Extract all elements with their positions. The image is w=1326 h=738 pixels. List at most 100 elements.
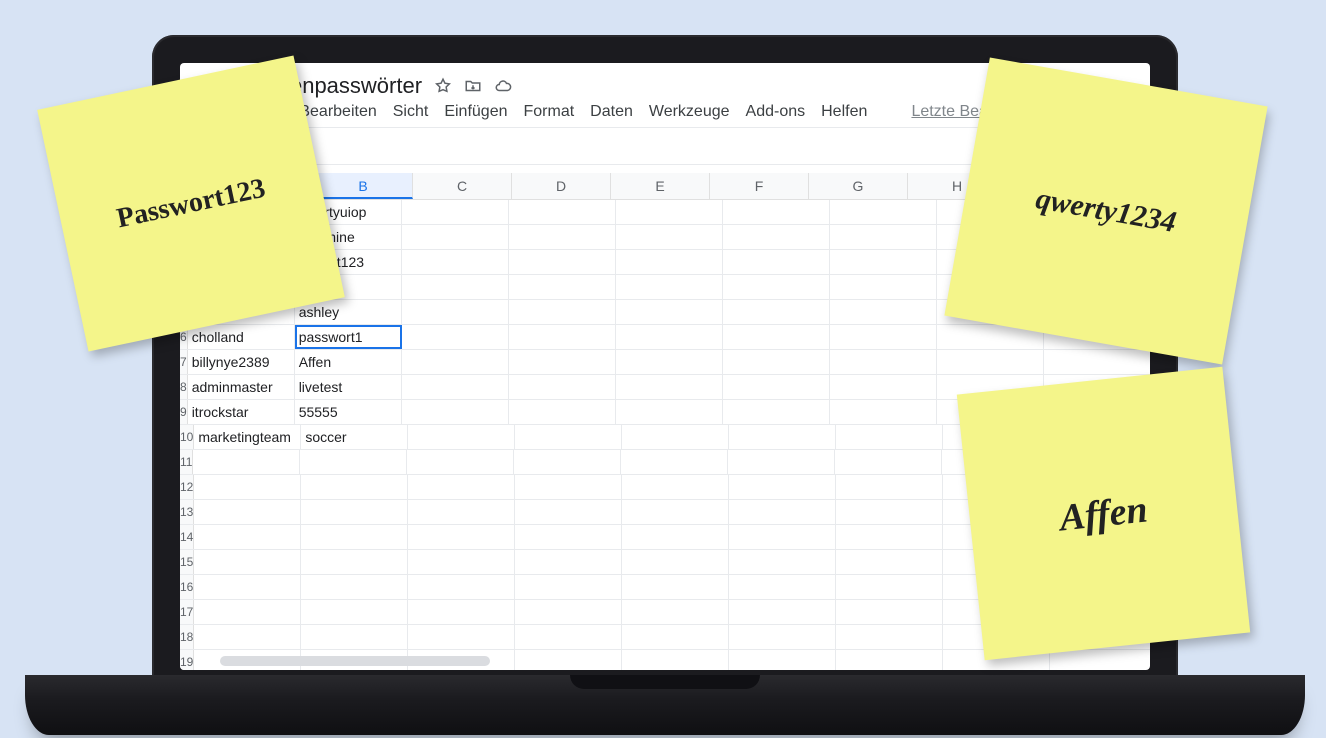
row-number[interactable]: 7 [180, 350, 188, 374]
cell-empty[interactable] [515, 600, 622, 624]
col-header-C[interactable]: C [413, 173, 512, 199]
cell-A[interactable] [194, 525, 301, 549]
cell-empty[interactable] [408, 475, 515, 499]
cloud-status-icon[interactable] [494, 77, 512, 95]
row-number[interactable]: 11 [180, 450, 193, 474]
cell-empty[interactable] [723, 375, 830, 399]
cell-empty[interactable] [408, 625, 515, 649]
cell-empty[interactable] [408, 500, 515, 524]
row-number[interactable]: 10 [180, 425, 194, 449]
row-number[interactable]: 19 [180, 650, 194, 670]
row-number[interactable]: 12 [180, 475, 194, 499]
cell-empty[interactable] [616, 400, 723, 424]
cell-empty[interactable] [402, 200, 509, 224]
cell-B[interactable] [301, 475, 408, 499]
cell-empty[interactable] [408, 600, 515, 624]
cell-empty[interactable] [622, 650, 729, 670]
cell-empty[interactable] [515, 550, 622, 574]
cell-empty[interactable] [408, 525, 515, 549]
cell-empty[interactable] [729, 575, 836, 599]
cell-empty[interactable] [616, 200, 723, 224]
cell-empty[interactable] [836, 475, 943, 499]
cell-B[interactable] [301, 500, 408, 524]
cell-B[interactable] [301, 625, 408, 649]
row-number[interactable]: 14 [180, 525, 194, 549]
cell-empty[interactable] [1044, 350, 1150, 374]
cell-empty[interactable] [836, 525, 943, 549]
cell-empty[interactable] [622, 575, 729, 599]
cell-empty[interactable] [515, 425, 622, 449]
cell-empty[interactable] [622, 425, 729, 449]
cell-empty[interactable] [514, 450, 621, 474]
cell-empty[interactable] [729, 650, 836, 670]
cell-B[interactable]: passwort1 [295, 325, 402, 349]
cell-A[interactable] [193, 450, 300, 474]
cell-empty[interactable] [836, 500, 943, 524]
cell-empty[interactable] [616, 325, 723, 349]
cell-empty[interactable] [509, 275, 616, 299]
row-number[interactable]: 17 [180, 600, 194, 624]
cell-empty[interactable] [723, 275, 830, 299]
cell-A[interactable] [194, 475, 301, 499]
cell-empty[interactable] [723, 300, 830, 324]
cell-empty[interactable] [836, 650, 943, 670]
cell-A[interactable] [194, 500, 301, 524]
cell-empty[interactable] [402, 250, 509, 274]
cell-empty[interactable] [402, 275, 509, 299]
cell-empty[interactable] [515, 475, 622, 499]
cell-A[interactable] [194, 600, 301, 624]
row-number[interactable]: 13 [180, 500, 194, 524]
cell-A[interactable]: adminmaster [188, 375, 295, 399]
cell-empty[interactable] [515, 500, 622, 524]
cell-empty[interactable] [515, 650, 622, 670]
cell-empty[interactable] [830, 400, 937, 424]
cell-empty[interactable] [830, 300, 937, 324]
cell-empty[interactable] [402, 400, 509, 424]
star-icon[interactable] [434, 77, 452, 95]
cell-empty[interactable] [622, 600, 729, 624]
cell-empty[interactable] [830, 275, 937, 299]
cell-A[interactable] [194, 625, 301, 649]
cell-B[interactable]: livetest [295, 375, 402, 399]
cell-empty[interactable] [515, 575, 622, 599]
col-header-B[interactable]: B [314, 173, 413, 199]
cell-B[interactable]: 55555 [295, 400, 402, 424]
cell-empty[interactable] [830, 325, 937, 349]
cell-A[interactable]: billynye2389 [188, 350, 295, 374]
cell-B[interactable]: soccer [301, 425, 408, 449]
cell-empty[interactable] [835, 450, 942, 474]
cell-empty[interactable] [509, 300, 616, 324]
cell-empty[interactable] [515, 525, 622, 549]
cell-A[interactable] [194, 575, 301, 599]
move-folder-icon[interactable] [464, 77, 482, 95]
cell-empty[interactable] [830, 350, 937, 374]
cell-A[interactable]: marketingteam [194, 425, 301, 449]
cell-empty[interactable] [407, 450, 514, 474]
horizontal-scrollbar[interactable] [220, 656, 490, 666]
cell-empty[interactable] [509, 375, 616, 399]
cell-empty[interactable] [621, 450, 728, 474]
cell-empty[interactable] [830, 375, 937, 399]
cell-empty[interactable] [723, 350, 830, 374]
row-number[interactable]: 15 [180, 550, 194, 574]
cell-empty[interactable] [729, 475, 836, 499]
cell-empty[interactable] [937, 350, 1044, 374]
cell-B[interactable] [301, 600, 408, 624]
cell-empty[interactable] [729, 425, 836, 449]
col-header-F[interactable]: F [710, 173, 809, 199]
row-number[interactable]: 16 [180, 575, 194, 599]
col-header-E[interactable]: E [611, 173, 710, 199]
cell-empty[interactable] [729, 500, 836, 524]
cell-empty[interactable] [509, 400, 616, 424]
cell-empty[interactable] [728, 450, 835, 474]
cell-empty[interactable] [622, 550, 729, 574]
cell-empty[interactable] [1050, 650, 1150, 670]
cell-empty[interactable] [729, 525, 836, 549]
cell-empty[interactable] [616, 300, 723, 324]
cell-empty[interactable] [509, 225, 616, 249]
menu-edit[interactable]: Bearbeiten [299, 103, 376, 121]
menu-data[interactable]: Daten [590, 103, 633, 121]
cell-empty[interactable] [622, 625, 729, 649]
cell-empty[interactable] [402, 225, 509, 249]
menu-tools[interactable]: Werkzeuge [649, 103, 730, 121]
